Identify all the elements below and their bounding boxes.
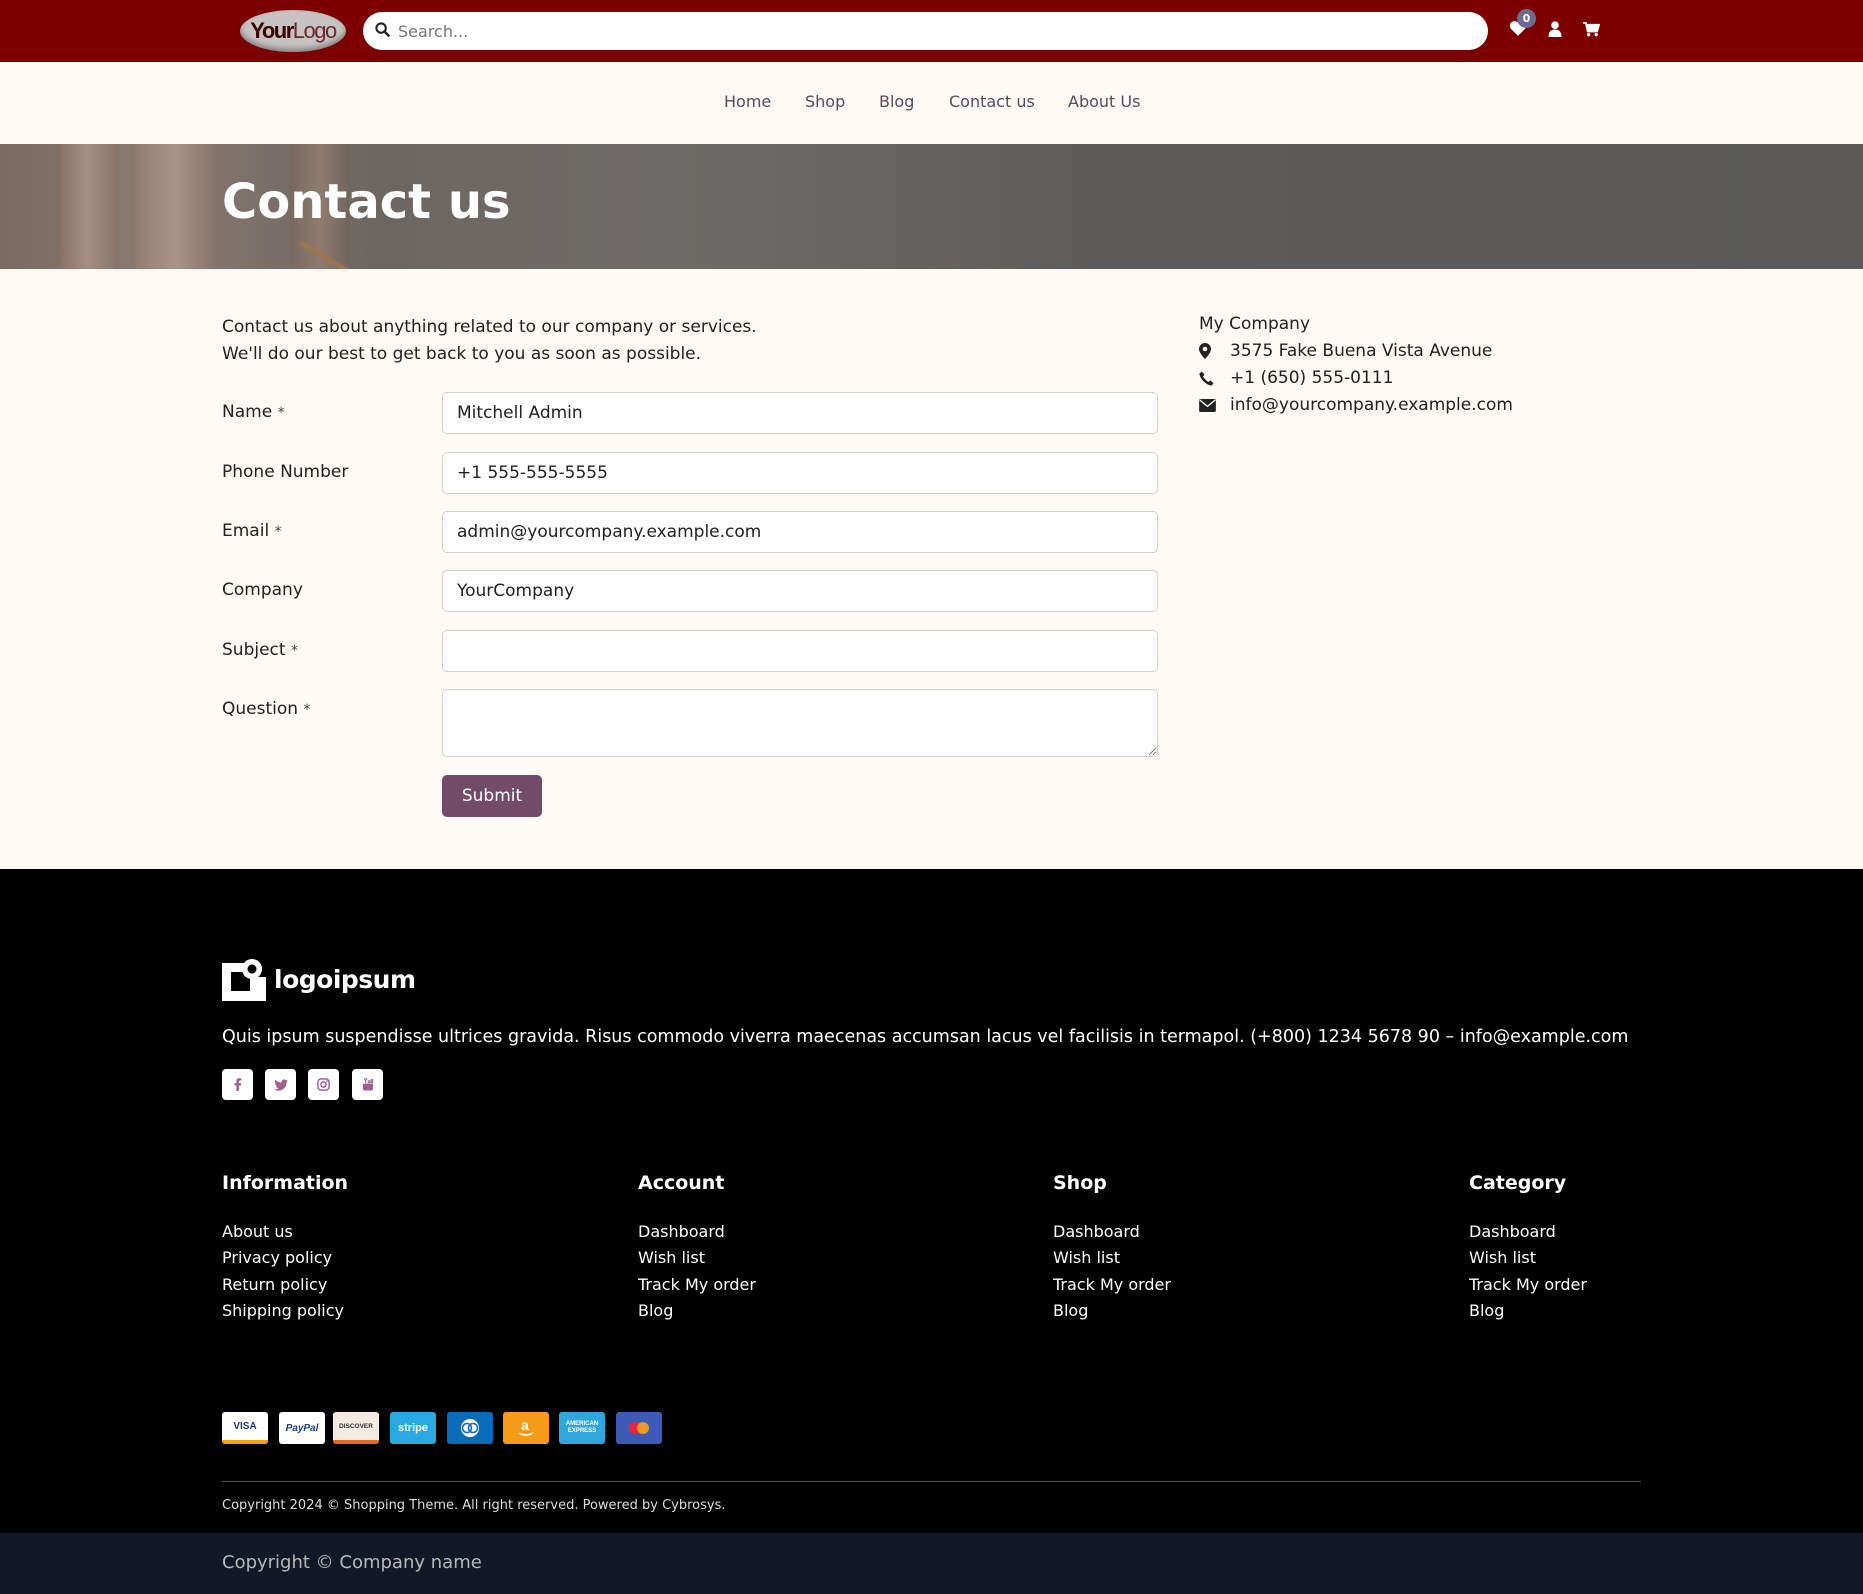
hero-background-curtain [135,144,215,269]
user-icon[interactable] [1548,21,1562,37]
diners-club-icon [447,1412,493,1444]
footer-copyright: Copyright 2024 © Shopping Theme. All rig… [222,1498,726,1513]
question-textarea[interactable] [442,689,1158,757]
amazon-icon: a [503,1412,549,1444]
required-mark: * [274,524,282,540]
footer-logo[interactable]: logoipsum [222,957,416,1001]
footer-divider [222,1481,1641,1482]
cart-icon[interactable] [1583,22,1600,37]
intro-line-1: Contact us about anything related to our… [222,317,757,337]
phone-field[interactable] [442,452,1158,494]
name-label: Name * [222,402,285,422]
footer-link[interactable]: Return policy [222,1275,327,1294]
footer-link[interactable]: Track My order [1053,1275,1171,1294]
footer-link[interactable]: Track My order [638,1275,756,1294]
company-field[interactable] [442,570,1158,612]
nav-shop[interactable]: Shop [805,92,845,111]
company-address-text: 3575 Fake Buena Vista Avenue [1230,341,1493,361]
footer-link[interactable]: Wish list [1469,1248,1536,1267]
footer-link[interactable]: Blog [638,1301,673,1320]
footer-column-title: Information [222,1172,349,1194]
footer-link[interactable]: Track My order [1469,1275,1587,1294]
footer-link[interactable]: About us [222,1222,293,1241]
company-phone-text: +1 (650) 555-0111 [1230,368,1394,388]
company-phone: +1 (650) 555-0111 [1199,368,1393,388]
site-logo[interactable]: Your Logo [240,10,346,52]
footer-link[interactable]: Blog [1469,1301,1504,1320]
footer-link[interactable]: Dashboard [1053,1222,1140,1241]
stripe-icon: stripe [390,1412,436,1444]
footer-link[interactable]: Wish list [638,1248,705,1267]
american-express-icon: AMERICAN EXPRESS [559,1412,605,1444]
required-mark: * [303,702,311,718]
facebook-icon[interactable] [222,1069,253,1100]
email-field[interactable] [442,511,1158,553]
twitter-icon[interactable] [265,1069,296,1100]
discover-icon: DISCOVER [333,1412,379,1444]
contact-intro: Contact us about anything related to our… [222,314,757,368]
footer-column-title: Account [638,1172,725,1194]
logo-text-rest: Logo [292,18,337,43]
company-name: My Company [1199,314,1311,334]
phone-label: Phone Number [222,462,349,482]
logo-text-bold: Your [250,18,294,43]
required-mark: * [277,405,285,421]
paypal-icon: PayPal [279,1412,325,1444]
hero-background-curtain [60,144,115,269]
footer-description: Quis ipsum suspendisse ultrices gravida.… [222,1027,1629,1047]
logoipsum-mark-icon [222,957,266,1001]
email-label: Email * [222,521,282,541]
nav-contact-us[interactable]: Contact us [949,92,1035,111]
wishlist-count-badge: 0 [1517,9,1536,28]
company-address: 3575 Fake Buena Vista Avenue [1199,341,1492,361]
footer-column-title: Category [1469,1172,1567,1194]
search-bar [363,12,1488,50]
company-label: Company [222,580,303,600]
subject-field[interactable] [442,630,1158,672]
top-header-bar: YourLogo 0 [0,0,1863,62]
phone-icon [1199,370,1221,386]
footer-link[interactable]: Privacy policy [222,1248,332,1267]
subject-label: Subject * [222,640,298,660]
page-title: Contact us [222,174,511,230]
company-email-text: info@yourcompany.example.com [1230,395,1513,415]
footer-link[interactable]: Shipping policy [222,1301,344,1320]
main-navigation: Home Shop Blog Contact us About Us [0,62,1863,144]
footer-column-title: Shop [1053,1172,1107,1194]
nav-blog[interactable]: Blog [879,92,914,111]
youtube-icon[interactable] [352,1069,383,1100]
bottom-copyright-bar: Copyright © Company name [0,1533,1863,1594]
question-label: Question * [222,699,311,719]
bottom-copyright-text: Copyright © Company name [222,1552,482,1573]
footer-link[interactable]: Dashboard [1469,1222,1556,1241]
hero-background-rail [298,240,662,269]
search-input[interactable] [398,21,1478,41]
search-icon[interactable] [375,21,390,41]
footer-link[interactable]: Wish list [1053,1248,1120,1267]
company-email: info@yourcompany.example.com [1199,395,1513,415]
name-field[interactable] [442,392,1158,434]
footer-link[interactable]: Dashboard [638,1222,725,1241]
footer-logo-text: logoipsum [274,964,416,994]
nav-about-us[interactable]: About Us [1068,92,1140,111]
instagram-icon[interactable] [308,1069,339,1100]
svg-text:a: a [521,1418,529,1433]
envelope-icon [1199,398,1221,412]
page-hero-banner: Contact us [0,144,1863,269]
required-mark: * [290,643,298,659]
mastercard-icon [616,1412,662,1444]
submit-button[interactable]: Submit [442,775,542,817]
intro-line-2: We'll do our best to get back to you as … [222,344,702,364]
nav-home[interactable]: Home [724,92,771,111]
footer-link[interactable]: Blog [1053,1301,1088,1320]
visa-icon: VISA [222,1412,268,1444]
map-marker-icon [1199,343,1221,359]
